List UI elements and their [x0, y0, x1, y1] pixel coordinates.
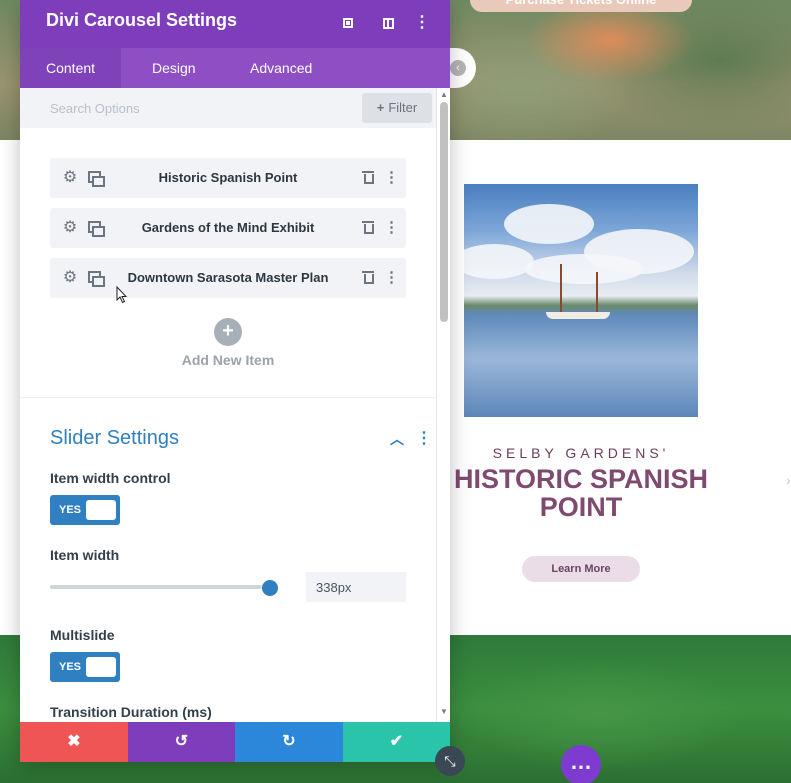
chevron-right-icon[interactable]: ›	[786, 472, 791, 488]
field-label: Item width	[50, 547, 120, 563]
expand-icon[interactable]	[338, 13, 358, 33]
trash-icon[interactable]	[362, 221, 374, 234]
redo-button[interactable]: ↻	[235, 722, 343, 762]
multislide-toggle[interactable]: YES	[50, 652, 120, 682]
slide-image	[464, 184, 698, 417]
more-options-icon[interactable]: ⋮	[416, 428, 432, 448]
field-label: Multislide	[50, 627, 115, 643]
item-label: Gardens of the Mind Exhibit	[141, 220, 315, 235]
trash-icon[interactable]	[362, 171, 374, 184]
slider-handle[interactable]	[262, 580, 278, 596]
list-item[interactable]: ⚙ Downtown Sarasota Master Plan ⋮	[50, 258, 406, 298]
field-label: Item width control	[50, 470, 171, 486]
item-width-slider[interactable]	[50, 585, 270, 589]
more-options-icon[interactable]: ⋮	[412, 13, 432, 33]
gear-icon[interactable]: ⚙	[62, 218, 78, 238]
chevron-up-icon[interactable]: ︿	[390, 429, 404, 449]
add-item-button[interactable]: +	[214, 318, 242, 346]
trash-icon[interactable]	[362, 271, 374, 284]
list-item[interactable]: ⚙ Gardens of the Mind Exhibit ⋮	[50, 208, 406, 248]
slide-title: HISTORIC SPANISH POINT	[453, 464, 709, 522]
search-input[interactable]	[50, 98, 350, 118]
toggle-state: YES	[59, 504, 82, 516]
tab-design[interactable]: Design	[126, 48, 222, 88]
item-label: Historic Spanish Point	[158, 170, 298, 185]
plus-icon: +	[376, 100, 385, 115]
purchase-tickets-button[interactable]: Purchase Tickets Online	[470, 0, 692, 12]
duplicate-icon[interactable]	[88, 171, 105, 187]
item-width-control-toggle[interactable]: YES	[50, 495, 120, 525]
filter-button[interactable]: + Filter	[362, 93, 432, 123]
scroll-down-icon[interactable]: ▼	[440, 708, 448, 716]
section-title[interactable]: Slider Settings	[50, 427, 179, 450]
mouse-cursor-icon	[116, 286, 128, 304]
columns-icon[interactable]	[378, 13, 398, 33]
tab-content[interactable]: Content	[20, 48, 122, 88]
panel-title: Divi Carousel Settings	[46, 10, 238, 30]
toggle-state: YES	[59, 661, 82, 673]
discard-button[interactable]: ✖	[20, 722, 128, 762]
panel-header: Divi Carousel Settings ⋮	[20, 0, 450, 48]
scrollbar[interactable]: ▲ ▼	[436, 88, 450, 722]
duplicate-icon[interactable]	[88, 221, 105, 237]
list-item[interactable]: ⚙ Historic Spanish Point ⋮	[50, 158, 406, 198]
more-options-icon[interactable]: ⋮	[384, 268, 399, 288]
builder-more-button[interactable]: …	[561, 745, 601, 783]
scrollbar-thumb[interactable]	[440, 102, 448, 322]
search-bar: +Filter	[20, 88, 436, 128]
arrow-left-icon: ‹	[450, 60, 466, 76]
slide-subtitle: SELBY GARDENS'	[492, 445, 670, 461]
settings-panel: Divi Carousel Settings ⋮ Content Design …	[20, 0, 450, 762]
divider	[20, 397, 436, 398]
action-bar: ✖ ↺ ↻ ✔	[20, 722, 450, 762]
item-label: Downtown Sarasota Master Plan	[127, 270, 329, 285]
gear-icon[interactable]: ⚙	[62, 168, 78, 188]
more-options-icon[interactable]: ⋮	[384, 168, 399, 188]
tab-advanced[interactable]: Advanced	[224, 48, 338, 88]
panel-tabs: Content Design Advanced	[20, 48, 450, 88]
undo-button[interactable]: ↺	[128, 722, 235, 762]
field-label: Transition Duration (ms)	[50, 704, 212, 720]
more-options-icon[interactable]: ⋮	[384, 218, 399, 238]
filter-label: Filter	[388, 100, 418, 115]
gear-icon[interactable]: ⚙	[62, 268, 78, 288]
scroll-up-icon[interactable]: ▲	[440, 91, 448, 99]
add-item-label[interactable]: Add New Item	[148, 352, 308, 368]
learn-more-button[interactable]: Learn More	[522, 556, 640, 582]
resize-icon[interactable]: ⤡	[435, 746, 465, 776]
duplicate-icon[interactable]	[88, 271, 105, 287]
save-button[interactable]: ✔	[343, 722, 450, 762]
item-width-input[interactable]	[306, 572, 406, 602]
